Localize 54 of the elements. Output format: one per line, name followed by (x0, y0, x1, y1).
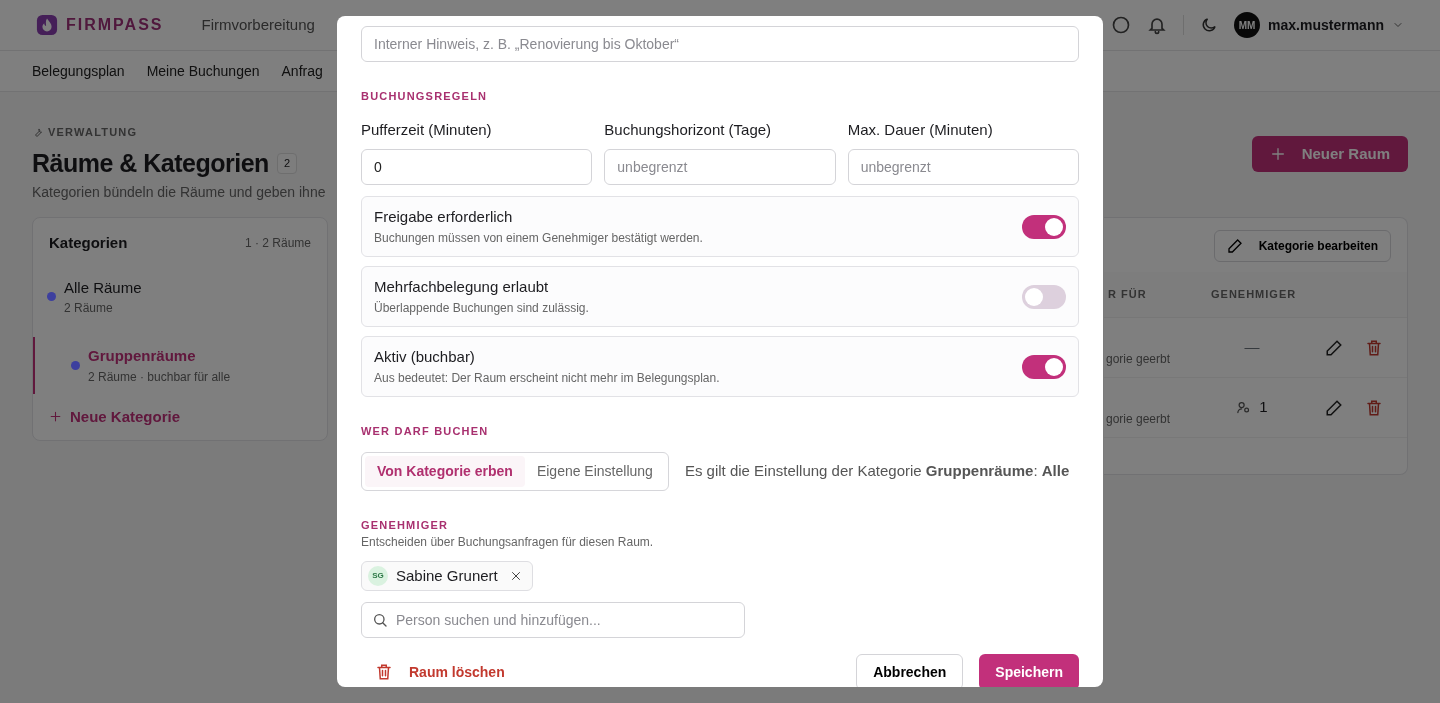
nav-link[interactable]: Anfrag (281, 60, 323, 82)
section-heading: GENEHMIGER (361, 517, 450, 533)
save-button[interactable]: Speichern (979, 654, 1079, 687)
cancel-button[interactable]: Abbrechen (856, 654, 964, 687)
category-summary: 1 · 2 Räume (244, 235, 311, 253)
category-name: Gruppenräume (88, 346, 197, 366)
category-item[interactable]: Gruppenräume 2 Räume · buchbar für alle (33, 337, 327, 394)
brand-name: FIRMPASS (66, 15, 164, 35)
number-field[interactable]: unbegrenzt (847, 149, 1079, 185)
segment-tab[interactable]: Von Kategorie erben (365, 455, 525, 487)
user-avatar[interactable]: MM (1234, 12, 1261, 38)
column-header: R FÜR (1107, 287, 1148, 303)
segment-tab[interactable]: Eigene Einstellung (524, 455, 665, 487)
setting-description: Buchungen müssen von einem Genehmiger bestätigt werden. (374, 229, 703, 247)
setting-label: Freigabe erforderlich (374, 207, 514, 228)
delete-room-button[interactable]: Raum löschen (361, 654, 519, 687)
table-cell-text: gorie geerbt (1105, 350, 1172, 368)
setting-description: Überlappende Buchungen sind zulässig. (374, 299, 589, 317)
person-avatar: SG (368, 566, 388, 586)
card-title: Kategorien (49, 233, 128, 253)
inherit-note: Es gilt die Einstellung der Kategorie Gruppenräume: Alle (684, 460, 1070, 481)
number-field[interactable]: 0 (361, 149, 593, 185)
category-meta: 2 Räume · buchbar für alle (88, 368, 231, 386)
note-field[interactable]: Interner Hinweis, z. B. „Renovierung bis Oktober“ (361, 26, 1079, 62)
field-label: Buchungshorizont (Tage) (604, 119, 773, 140)
person-name: Sabine Grunert (396, 565, 498, 586)
edit-category-button[interactable]: Kategorie bearbeiten (1213, 230, 1391, 262)
count-badge: 2 (276, 153, 297, 174)
column-header: GENEHMIGER (1211, 287, 1297, 303)
person-search-field[interactable]: Person suchen und hinzufügen... (361, 602, 745, 638)
user-name[interactable]: max.mustermann (1268, 14, 1384, 36)
number-field[interactable]: unbegrenzt (604, 149, 836, 185)
section-heading: BUCHUNGSREGELN (361, 89, 489, 104)
add-category-link[interactable]: Neue Kategorie (33, 405, 327, 428)
new-room-button[interactable]: Neuer Raum (1251, 136, 1408, 172)
field-label: Pufferzeit (Minuten) (361, 119, 493, 140)
category-name: Alle Räume (64, 277, 142, 298)
nav-link[interactable]: Meine Buchungen (146, 60, 260, 82)
table-cell-text: gorie geerbt (1105, 410, 1172, 428)
page-subtitle: Kategorien bündeln die Räume und geben ihne (32, 183, 326, 202)
setting-description: Aus bedeutet: Der Raum erscheint nicht mehr im Belegungsplan. (374, 369, 720, 387)
eyebrow-label: VERWALTUNG (48, 125, 138, 140)
setting-label: Mehrfachbelegung erlaubt (374, 277, 550, 298)
category-meta: 2 Räume (64, 300, 114, 317)
setting-label: Aktiv (buchbar) (374, 347, 476, 368)
approver-count: — (1244, 337, 1260, 358)
approver-count: 1 (1259, 397, 1268, 418)
category-item[interactable]: Alle Räume 2 Räume (33, 268, 327, 325)
nav-link[interactable]: Firmvorbereitung (201, 13, 315, 37)
page-title: Räume & Kategorien (32, 147, 269, 179)
section-description: Entscheiden über Buchungsanfragen für diesen Raum. (361, 534, 655, 551)
section-heading: WER DARF BUCHEN (361, 424, 490, 439)
nav-link[interactable]: Belegungsplan (32, 60, 125, 82)
field-label: Max. Dauer (Minuten) (847, 119, 994, 140)
